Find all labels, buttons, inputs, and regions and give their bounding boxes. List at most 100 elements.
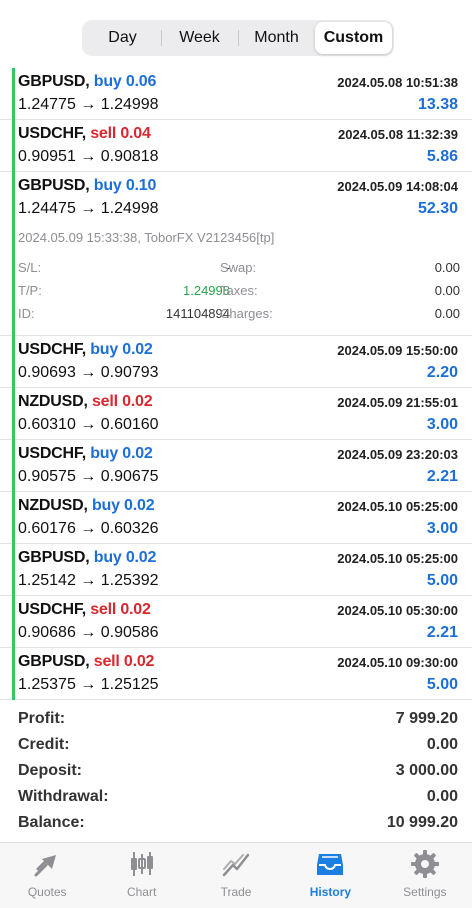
deal-side-volume: buy 0.02 (90, 445, 153, 462)
deal-side-volume: sell 0.04 (90, 125, 151, 142)
tab-label: Chart (126, 885, 157, 899)
tab-label: Settings (403, 885, 447, 899)
deal-time: 2024.05.10 05:30:00 (337, 603, 458, 618)
deal-symbol: GBPUSD, (18, 549, 90, 566)
deal-symbol: USDCHF, (18, 445, 86, 462)
deal-side-volume: buy 0.02 (93, 549, 157, 566)
deal-profit: 5.00 (426, 572, 458, 589)
deal-row-header: GBPUSD, buy 0.10 2024.05.09 14:08:04 1.2… (0, 172, 472, 225)
deal-row[interactable]: USDCHF, buy 0.02 2024.05.09 15:50:00 0.9… (0, 336, 472, 388)
tab-trade[interactable]: Trade (189, 843, 283, 908)
summary-label: Credit: (18, 736, 70, 753)
deal-symbol: GBPUSD, (18, 177, 90, 194)
deal-side-volume: buy 0.06 (93, 73, 157, 90)
deal-list: GBPUSD, buy 0.06 2024.05.08 10:51:38 1.2… (0, 68, 472, 700)
deal-time: 2024.05.08 10:51:38 (337, 75, 458, 90)
deal-symbol: GBPUSD, (18, 653, 90, 670)
deal-time: 2024.05.10 09:30:00 (337, 655, 458, 670)
swap-value: 0.00 (434, 260, 460, 275)
deal-time: 2024.05.09 23:20:03 (337, 447, 458, 462)
deal-profit: 3.00 (426, 416, 458, 433)
summary-label: Profit: (18, 710, 66, 727)
deal-detail-row: T/P: 1.24998 Taxes: 0.00 (18, 283, 460, 305)
deal-prices: 1.24775 → 1.24998 (18, 96, 159, 113)
deal-time: 2024.05.09 15:50:00 (337, 343, 458, 358)
taxes-value: 0.00 (434, 283, 460, 298)
deal-row[interactable]: GBPUSD, buy 0.02 2024.05.10 05:25:00 1.2… (0, 544, 472, 596)
deal-profit: 5.00 (426, 676, 458, 693)
deal-row[interactable]: USDCHF, sell 0.04 2024.05.08 11:32:39 0.… (0, 120, 472, 172)
inbox-tray-icon (314, 849, 346, 879)
deal-time: 2024.05.09 21:55:01 (337, 395, 458, 410)
summary-credit: Credit: 0.00 (0, 732, 472, 758)
bottom-tab-bar: Quotes Chart Trade History Settings (0, 842, 472, 908)
deal-time: 2024.05.10 05:25:00 (337, 551, 458, 566)
period-selector-bar: Day Week Month Custom (0, 0, 472, 64)
tab-history[interactable]: History (283, 843, 377, 908)
tab-day[interactable]: Day (84, 22, 161, 54)
deal-profit: 52.30 (417, 200, 458, 217)
summary-label: Withdrawal: (18, 788, 109, 805)
deal-symbol: NZDUSD, (18, 497, 88, 514)
deal-profit: 13.38 (417, 96, 458, 113)
tab-settings[interactable]: Settings (378, 843, 472, 908)
deal-prices: 0.90575 → 0.90675 (18, 468, 159, 485)
deal-symbol: USDCHF, (18, 125, 86, 142)
tab-label: Quotes (27, 885, 67, 899)
deal-side-volume: buy 0.02 (90, 341, 153, 358)
deal-profit: 2.20 (426, 364, 458, 381)
summary-withdrawal: Withdrawal: 0.00 (0, 784, 472, 810)
deal-prices: 0.90686 → 0.90586 (18, 624, 159, 641)
tab-label: Trade (220, 885, 252, 899)
tab-month[interactable]: Month (238, 22, 315, 54)
deal-row[interactable]: GBPUSD, buy 0.06 2024.05.08 10:51:38 1.2… (0, 68, 472, 120)
deal-profit: 3.00 (426, 520, 458, 537)
trade-icon (220, 849, 252, 879)
deal-prices: 0.90693 → 0.90793 (18, 364, 159, 381)
deal-prices: 0.90951 → 0.90818 (18, 148, 159, 165)
summary-deposit: Deposit: 3 000.00 (0, 758, 472, 784)
deal-row[interactable]: NZDUSD, sell 0.02 2024.05.09 21:55:01 0.… (0, 388, 472, 440)
gear-icon (409, 849, 441, 879)
deal-row[interactable]: USDCHF, sell 0.02 2024.05.10 05:30:00 0.… (0, 596, 472, 648)
tab-chart[interactable]: Chart (94, 843, 188, 908)
quotes-icon (31, 849, 63, 879)
deal-comment: 2024.05.09 15:33:38, ToborFX V2123456[tp… (18, 230, 275, 245)
id-label: ID: (18, 306, 35, 321)
summary-value: 0.00 (426, 788, 458, 805)
summary-value: 10 999.20 (386, 814, 458, 831)
deal-row[interactable]: NZDUSD, buy 0.02 2024.05.10 05:25:00 0.6… (0, 492, 472, 544)
deal-prices: 1.25375 → 1.25125 (18, 676, 159, 693)
summary-balance: Balance: 10 999.20 (0, 810, 472, 836)
taxes-label: Taxes: (220, 283, 258, 298)
deal-prices: 0.60310 → 0.60160 (18, 416, 159, 433)
summary-value: 0.00 (426, 736, 458, 753)
summary-label: Balance: (18, 814, 85, 831)
deal-side-volume: buy 0.10 (93, 177, 157, 194)
deal-prices: 0.60176 → 0.60326 (18, 520, 159, 537)
swap-label: Swap: (220, 260, 257, 275)
history-summary: Profit: 7 999.20 Credit: 0.00 Deposit: 3… (0, 706, 472, 836)
tab-quotes[interactable]: Quotes (0, 843, 94, 908)
charges-value: 0.00 (434, 306, 460, 321)
deal-prices: 1.24475 → 1.24998 (18, 200, 159, 217)
deal-prices: 1.25142 → 1.25392 (18, 572, 159, 589)
tab-custom[interactable]: Custom (315, 22, 392, 54)
candlestick-chart-icon (126, 849, 158, 879)
deal-symbol: USDCHF, (18, 341, 86, 358)
summary-label: Deposit: (18, 762, 82, 779)
deal-time: 2024.05.08 11:32:39 (338, 127, 458, 142)
charges-label: Charges: (220, 306, 273, 321)
deal-detail-row: S/L: - Swap: 0.00 (18, 260, 460, 282)
deal-time: 2024.05.10 05:25:00 (337, 499, 458, 514)
deal-row[interactable]: GBPUSD, sell 0.02 2024.05.10 09:30:00 1.… (0, 648, 472, 700)
deal-detail-row: ID: 141104894 Charges: 0.00 (18, 306, 460, 328)
period-segmented-control: Day Week Month Custom (82, 20, 394, 56)
deal-side-volume: buy 0.02 (91, 497, 155, 514)
deal-symbol: NZDUSD, (18, 393, 88, 410)
summary-value: 7 999.20 (395, 710, 458, 727)
deal-row[interactable]: USDCHF, buy 0.02 2024.05.09 23:20:03 0.9… (0, 440, 472, 492)
tab-week[interactable]: Week (161, 22, 238, 54)
deal-side-volume: sell 0.02 (90, 601, 151, 618)
deal-row-expanded[interactable]: GBPUSD, buy 0.10 2024.05.09 14:08:04 1.2… (0, 172, 472, 336)
